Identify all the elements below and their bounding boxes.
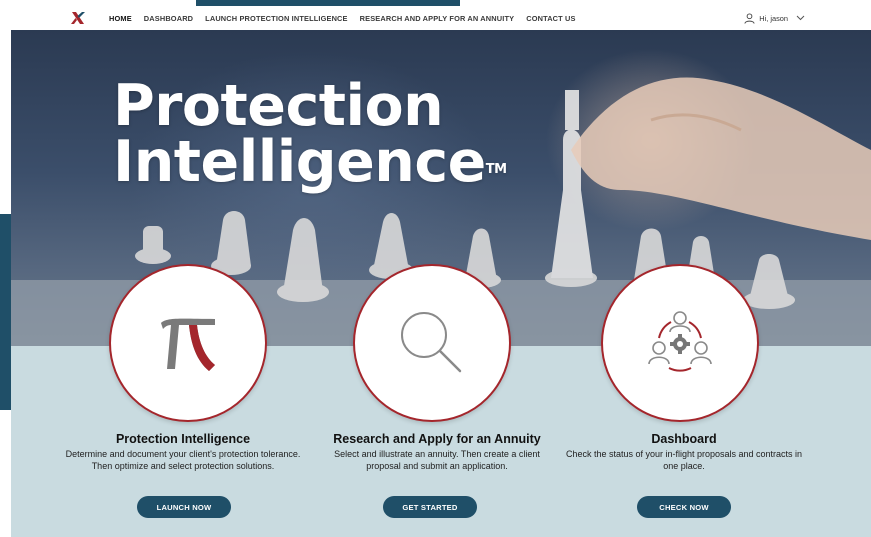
card-title: Research and Apply for an Annuity (333, 432, 541, 446)
nav-research-annuity[interactable]: RESEARCH AND APPLY FOR AN ANNUITY (360, 14, 515, 23)
hero-title-line2-text: Intelligence (113, 129, 486, 195)
card-title: Protection Intelligence (115, 432, 251, 446)
card-description: Select and illustrate an annuity. Then c… (334, 449, 540, 471)
page-frame: HOME DASHBOARD LAUNCH PROTECTION INTELLI… (11, 6, 871, 537)
card-icon-circle[interactable] (109, 264, 267, 422)
magnifier-icon (401, 312, 462, 373)
card-title: Dashboard (651, 432, 717, 446)
card-icon-circle[interactable] (353, 264, 511, 422)
nav-launch-protection-intelligence[interactable]: LAUNCH PROTECTION INTELLIGENCE (205, 14, 347, 23)
user-greeting: Hi, jason (759, 13, 788, 23)
nav-home[interactable]: HOME (109, 14, 132, 23)
chevron-down-icon (796, 15, 805, 21)
launch-now-button[interactable]: LAUNCH NOW (137, 496, 231, 518)
check-now-button[interactable]: CHECK NOW (637, 496, 731, 518)
feature-cards: Protection Intelligence Determine and do… (11, 264, 871, 537)
card-description: Determine and document your client's pro… (65, 449, 301, 471)
card-description: Check the status of your in-flight propo… (565, 449, 803, 471)
hero-title: Protection IntelligenceTM (113, 73, 507, 191)
hero-title-line2: IntelligenceTM (113, 134, 507, 191)
nav-dashboard[interactable]: DASHBOARD (144, 14, 193, 23)
nav-contact-us[interactable]: CONTACT US (526, 14, 575, 23)
user-menu[interactable]: Hi, jason (744, 6, 805, 30)
card-icon-circle[interactable] (601, 264, 759, 422)
team-gear-icon (648, 311, 712, 372)
brand-logo-icon[interactable] (70, 10, 86, 26)
trademark: TM (485, 162, 507, 177)
hero-title-line1: Protection (113, 73, 444, 139)
main-nav: HOME DASHBOARD LAUNCH PROTECTION INTELLI… (109, 6, 588, 30)
pi-icon (161, 318, 215, 371)
top-navbar: HOME DASHBOARD LAUNCH PROTECTION INTELLI… (11, 6, 871, 30)
decorative-bar-left (0, 214, 11, 410)
user-icon (744, 12, 755, 24)
get-started-button[interactable]: GET STARTED (383, 496, 477, 518)
